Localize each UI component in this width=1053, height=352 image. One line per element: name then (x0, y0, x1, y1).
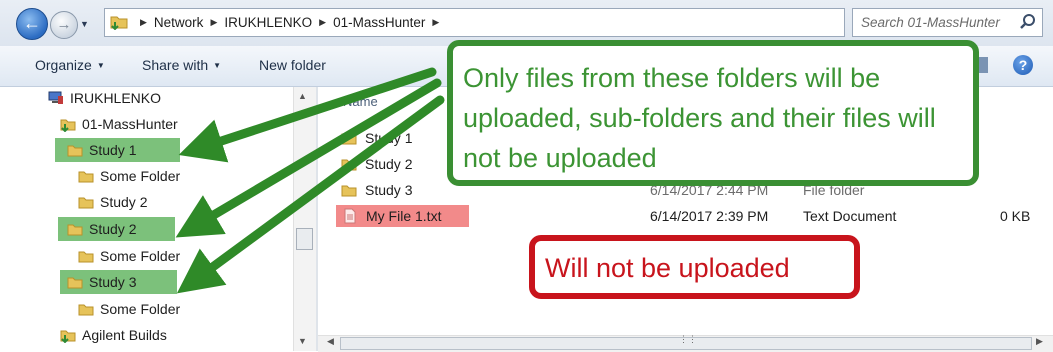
folder-icon (67, 277, 83, 289)
breadcrumb-separator-icon[interactable]: ▶ (432, 9, 439, 36)
shared-folder-icon (110, 16, 128, 30)
folder-icon (78, 304, 94, 316)
breadcrumb-separator-icon[interactable]: ▶ (210, 9, 217, 36)
file-name: Study 2 (365, 156, 413, 172)
column-header-name[interactable]: Name (343, 94, 378, 109)
search-input[interactable] (853, 9, 1021, 36)
organize-label: Organize (35, 57, 92, 73)
folder-icon (78, 197, 94, 209)
scroll-left-icon[interactable]: ◀ (327, 336, 334, 347)
back-button[interactable]: ← (16, 8, 48, 40)
organize-button[interactable]: Organize ▼ (35, 57, 105, 73)
tree-item-label: Some Folder (100, 301, 181, 317)
breadcrumb-network[interactable]: Network (154, 9, 204, 36)
file-date: 6/14/2017 2:39 PM (650, 208, 769, 224)
breadcrumb-separator-icon[interactable]: ▶ (319, 9, 326, 36)
nav-scrollbar[interactable] (293, 87, 316, 351)
back-arrow-icon: ← (23, 13, 41, 33)
share-with-label: Share with (142, 57, 209, 73)
shared-folder-icon (60, 330, 76, 343)
help-icon[interactable]: ? (1013, 55, 1033, 75)
tree-item-label: 01-MassHunter (82, 116, 178, 132)
text-file-icon (344, 208, 356, 224)
scroll-up-icon[interactable]: ▲ (298, 91, 307, 101)
scroll-right-icon[interactable]: ▶ (1036, 336, 1043, 347)
forward-arrow-icon: → (56, 16, 72, 33)
computer-icon (48, 91, 63, 104)
tree-item-agilent-builds[interactable]: Agilent Builds (60, 323, 167, 347)
file-name: Study 1 (365, 130, 413, 146)
tree-item-label: Study 2 (100, 194, 148, 210)
shared-folder-icon (60, 119, 76, 132)
file-type: Text Document (803, 208, 897, 224)
chevron-down-icon: ▼ (96, 61, 105, 70)
tree-item-study-2-highlighted[interactable]: Study 2 (58, 217, 175, 241)
tree-item-01-masshunter[interactable]: 01-MassHunter (60, 112, 178, 136)
chevron-down-icon: ▼ (213, 61, 222, 70)
folder-icon (341, 185, 357, 197)
folder-icon (78, 251, 94, 263)
recent-locations-chevron-down-icon[interactable]: ▼ (80, 19, 89, 29)
breadcrumb-masshunter[interactable]: 01-MassHunter (333, 9, 425, 36)
tree-item-study-2[interactable]: Study 2 (78, 190, 147, 214)
tree-item-label: Agilent Builds (82, 327, 167, 343)
forward-button[interactable]: → (50, 11, 78, 39)
red-callout-text: Will not be uploaded (545, 253, 790, 283)
tree-item-label: Some Folder (100, 168, 181, 184)
address-bar[interactable]: ▶ Network ▶ IRUKHLENKO ▶ 01-MassHunter ▶… (104, 8, 936, 37)
folder-icon (341, 133, 357, 145)
tree-item-label: Some Folder (100, 248, 181, 264)
scroll-down-icon[interactable]: ▼ (298, 336, 307, 346)
tree-item-study-1[interactable]: Study 1 (55, 138, 180, 162)
nav-scroll-thumb[interactable] (296, 228, 313, 250)
file-size: 0 KB (1000, 208, 1031, 224)
file-row-study-1[interactable]: Study 1 (341, 127, 412, 149)
tree-item-label: IRUKHLENKO (70, 90, 162, 106)
new-folder-label: New folder (259, 57, 326, 73)
share-with-button[interactable]: Share with ▼ (142, 57, 221, 73)
tree-item-label: Study 3 (89, 274, 137, 290)
folder-icon (67, 224, 83, 236)
file-row-my-file-1[interactable]: My File 1.txt (336, 205, 469, 227)
breadcrumb-separator-icon[interactable]: ▶ (140, 9, 147, 36)
green-callout: Only files from these folders will be up… (447, 40, 979, 186)
tree-item-label: Study 1 (89, 142, 137, 158)
folder-icon (341, 159, 357, 171)
folder-icon (78, 171, 94, 183)
file-row-study-2[interactable]: Study 2 (341, 153, 412, 175)
tree-item-label: Study 2 (89, 221, 137, 237)
tree-item-study-3[interactable]: Study 3 (60, 270, 177, 294)
red-callout: Will not be uploaded (529, 235, 860, 299)
scroll-grip-icon: ⋮⋮ (679, 334, 697, 344)
breadcrumb: ▶ Network ▶ IRUKHLENKO ▶ 01-MassHunter ▶ (133, 9, 446, 36)
search-box[interactable] (852, 8, 1043, 37)
tree-item-irukhlenko[interactable]: IRUKHLENKO (48, 86, 161, 110)
file-name: My File 1.txt (366, 208, 442, 224)
tree-item-some-folder[interactable]: Some Folder (78, 244, 180, 268)
green-callout-text: Only files from these folders will be up… (463, 63, 936, 173)
folder-icon (67, 145, 83, 157)
file-row-study-3[interactable]: Study 3 (341, 179, 412, 201)
search-icon[interactable] (1018, 12, 1038, 32)
new-folder-button[interactable]: New folder (259, 57, 326, 73)
tree-item-some-folder[interactable]: Some Folder (78, 164, 180, 188)
tree-item-some-folder[interactable]: Some Folder (78, 297, 180, 321)
file-name: Study 3 (365, 182, 413, 198)
breadcrumb-irukhlenko[interactable]: IRUKHLENKO (224, 9, 312, 36)
